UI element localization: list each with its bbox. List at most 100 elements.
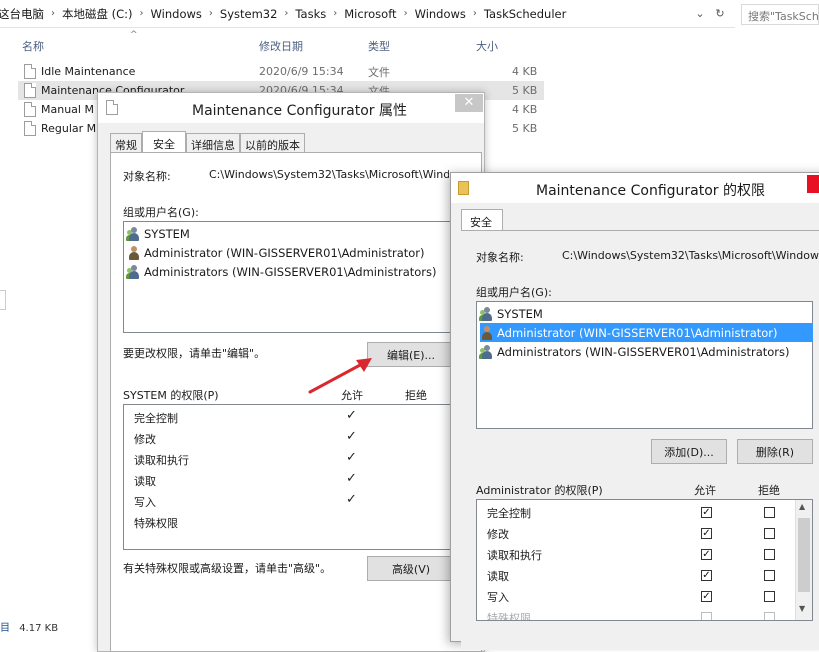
breadcrumb-item[interactable]: Windows <box>151 7 202 21</box>
deny-checkbox[interactable] <box>764 591 775 602</box>
user-item[interactable]: Administrator (WIN-GISSERVER01\Administr… <box>127 243 425 262</box>
advanced-hint: 有关特殊权限或高级设置，请单击"高级"。 <box>123 562 332 575</box>
user-list[interactable]: SYSTEM Administrator (WIN-GISSERVER01\Ad… <box>123 221 463 333</box>
pane-splitter[interactable] <box>0 290 6 310</box>
group-users-icon <box>126 226 141 241</box>
remove-button[interactable]: 删除(R) <box>737 439 813 464</box>
user-item[interactable]: Administrators (WIN-GISSERVER01\Administ… <box>479 342 810 361</box>
allow-checkbox[interactable]: ✓ <box>701 591 712 602</box>
permission-name: 读取和执行 <box>487 548 542 562</box>
deny-checkbox[interactable] <box>764 570 775 581</box>
scrollbar-thumb[interactable] <box>798 518 810 592</box>
file-name: Idle Maintenance <box>41 65 136 78</box>
user-item[interactable]: SYSTEM <box>126 224 190 243</box>
user-icon <box>480 325 494 340</box>
permission-row: 读取 <box>487 565 509 586</box>
close-button[interactable] <box>807 175 819 193</box>
file-type: 文件 <box>368 65 390 79</box>
allow-checkbox[interactable]: ✓ <box>701 570 712 581</box>
user-name: Administrator (WIN-GISSERVER01\Administr… <box>497 325 778 340</box>
chevron-down-icon[interactable]: ⌄ <box>692 6 708 22</box>
user-icon <box>127 245 141 260</box>
file-icon <box>24 64 36 79</box>
file-size: 5 KB <box>512 84 538 97</box>
column-type[interactable]: 类型 <box>368 38 390 54</box>
scroll-down-icon[interactable]: ▼ <box>799 604 805 613</box>
search-input[interactable]: 搜索"TaskSch <box>741 4 819 25</box>
file-icon <box>24 83 36 98</box>
groups-label: 组或用户名(G): <box>123 206 199 219</box>
user-item[interactable]: SYSTEM <box>479 304 810 323</box>
breadcrumb-item[interactable]: Tasks <box>295 7 326 21</box>
file-row[interactable]: Idle Maintenance 2020/6/9 15:34 文件 4 KB <box>24 62 544 81</box>
sort-up-icon: ^ <box>130 30 138 40</box>
file-icon <box>24 121 36 136</box>
allow-check-icon: ✓ <box>346 429 357 444</box>
permission-row: 完全控制 <box>487 502 531 523</box>
chevron-right-icon: › <box>51 8 55 19</box>
edit-button[interactable]: 编辑(E)... <box>367 342 455 367</box>
dialog-titlebar[interactable]: Maintenance Configurator 的权限 <box>451 173 819 203</box>
deny-checkbox[interactable] <box>764 549 775 560</box>
status-bar: 目 4.17 KB <box>0 619 58 634</box>
breadcrumb-item[interactable]: Windows <box>415 7 466 21</box>
permissions-header: Administrator 的权限(P) <box>476 484 603 497</box>
refresh-icon[interactable]: ↻ <box>712 6 728 22</box>
chevron-right-icon: › <box>139 8 144 19</box>
breadcrumb-item[interactable]: TaskScheduler <box>484 7 566 21</box>
file-icon <box>24 102 36 117</box>
allow-checkbox[interactable]: ✓ <box>701 528 712 539</box>
status-size: 4.17 KB <box>19 623 59 634</box>
permission-name: 写入 <box>134 495 156 509</box>
file-size: 4 KB <box>512 65 538 78</box>
chevron-right-icon: › <box>472 8 477 19</box>
permission-name: 特殊权限 <box>487 611 531 621</box>
allow-checkbox[interactable]: ✓ <box>701 507 712 518</box>
advanced-button[interactable]: 高级(V) <box>367 556 455 581</box>
address-bar[interactable]: 这台电脑 › 本地磁盘 (C:) › Windows › System32 › Task… <box>0 0 735 28</box>
scrollbar[interactable]: ▲ ▼ <box>795 500 812 620</box>
breadcrumb-item[interactable]: 本地磁盘 (C:) <box>62 6 133 22</box>
deny-header: 拒绝 <box>405 389 427 402</box>
breadcrumb-item[interactable]: 这台电脑 <box>0 6 44 22</box>
permission-row: 读取 <box>134 470 156 491</box>
user-name: Administrator (WIN-GISSERVER01\Administr… <box>144 245 425 260</box>
deny-header: 拒绝 <box>758 484 780 497</box>
column-size[interactable]: 大小 <box>476 38 498 54</box>
object-name-value: C:\Windows\System32\Tasks\Microsoft\Wind… <box>209 168 449 181</box>
column-date[interactable]: 修改日期 <box>259 38 303 54</box>
user-name: Administrators (WIN-GISSERVER01\Administ… <box>144 264 437 279</box>
tab-security[interactable]: 安全 <box>142 131 186 154</box>
permission-name: 读取 <box>134 474 156 488</box>
dialog-titlebar[interactable]: Maintenance Configurator 属性 ✕ <box>98 93 484 123</box>
column-name[interactable]: 名称 <box>22 38 44 54</box>
allow-checkbox <box>701 612 712 620</box>
file-size: 4 KB <box>512 103 538 116</box>
deny-checkbox[interactable] <box>764 528 775 539</box>
permission-row: 修改 <box>487 523 509 544</box>
allow-check-icon: ✓ <box>346 408 357 423</box>
close-button[interactable]: ✕ <box>455 94 483 112</box>
group-users-icon <box>126 264 141 279</box>
tab-previous-versions[interactable]: 以前的版本 <box>240 133 305 153</box>
permission-row: 读取和执行 <box>487 544 542 565</box>
deny-checkbox[interactable] <box>764 507 775 518</box>
user-item[interactable]: Administrators (WIN-GISSERVER01\Administ… <box>126 262 437 281</box>
add-button[interactable]: 添加(D)... <box>651 439 727 464</box>
chevron-right-icon: › <box>333 8 338 19</box>
tab-security[interactable]: 安全 <box>461 209 503 231</box>
allow-checkbox[interactable]: ✓ <box>701 549 712 560</box>
user-list[interactable]: SYSTEM Administrator (WIN-GISSERVER01\Ad… <box>476 301 813 429</box>
permission-row: 读取和执行 <box>134 449 189 470</box>
dialog-title: Maintenance Configurator 的权限 <box>536 183 765 199</box>
chevron-right-icon: › <box>208 8 213 19</box>
breadcrumb-item[interactable]: Microsoft <box>344 7 396 21</box>
scroll-up-icon[interactable]: ▲ <box>799 502 805 511</box>
tab-details[interactable]: 详细信息 <box>186 133 240 153</box>
permission-name: 完全控制 <box>487 506 531 520</box>
user-item-selected[interactable]: Administrator (WIN-GISSERVER01\Administr… <box>480 323 813 342</box>
breadcrumb-item[interactable]: System32 <box>220 7 278 21</box>
tab-general[interactable]: 常规 <box>110 133 142 153</box>
chevron-right-icon: › <box>284 8 289 19</box>
permission-name: 读取 <box>487 569 509 583</box>
